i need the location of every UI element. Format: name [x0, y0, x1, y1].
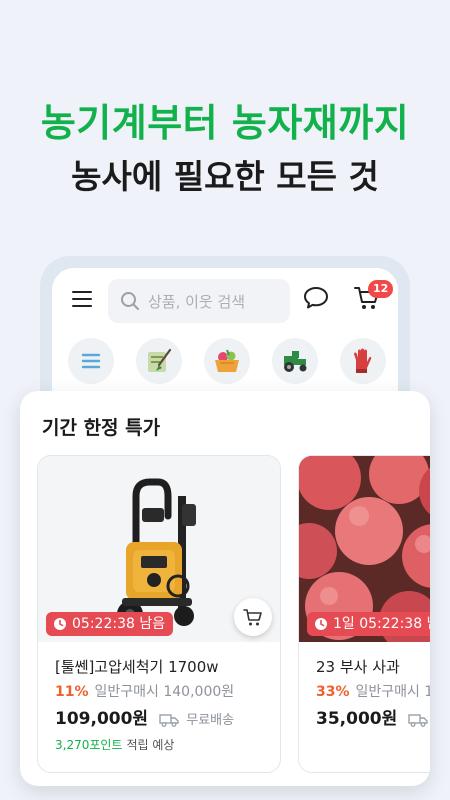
- points-line: 3,270포인트 적립 예상: [55, 736, 174, 753]
- hero-headline: 농기계부터 농자재까지: [40, 101, 410, 145]
- shipping-label: 무료배송: [186, 713, 235, 728]
- category-all[interactable]: [68, 338, 114, 384]
- final-price-line: 35,000원 무료: [316, 704, 430, 729]
- search-input[interactable]: 상품, 이웃 검색: [108, 279, 290, 323]
- add-to-cart-button[interactable]: [234, 598, 272, 636]
- cart-count-badge: 12: [368, 280, 394, 298]
- shovel-icon: [148, 348, 172, 372]
- deal-section-title: 기간 한정 특가: [42, 417, 161, 439]
- truck-icon: [408, 714, 429, 727]
- search-placeholder: 상품, 이웃 검색: [148, 293, 246, 311]
- category-machinery[interactable]: [272, 338, 318, 384]
- discount-rate: 11%: [55, 684, 89, 700]
- clock-icon: [315, 618, 327, 630]
- final-price: 109,000원: [55, 709, 149, 729]
- product-name: 23 부사 사과: [316, 658, 400, 676]
- product-card[interactable]: 05:22:38 남음 [툴쎈]고압세척기 1700w 11% 일반구매시 140…: [37, 455, 281, 773]
- category-supplies[interactable]: [340, 338, 386, 384]
- countdown-badge: 1일 05:22:38 남음: [307, 612, 430, 636]
- truck-icon: [159, 714, 179, 727]
- deal-card: 기간 한정 특가 05:22:38 남음 [툴쎈]고압세척기 1700w 11%…: [20, 391, 430, 786]
- cart-icon: [243, 609, 262, 626]
- tractor-icon: [284, 351, 307, 372]
- category-produce[interactable]: [204, 338, 250, 384]
- countdown-badge: 05:22:38 남음: [46, 612, 174, 636]
- original-price: 일반구매시 140,000원: [94, 684, 235, 700]
- discount-line: 33% 일반구매시 1: [316, 681, 430, 701]
- discount-rate: 33%: [316, 684, 350, 700]
- final-price: 35,000원: [316, 709, 398, 729]
- original-price: 일반구매시 1: [355, 684, 430, 700]
- gloves-icon: [354, 348, 372, 373]
- product-name: [툴쎈]고압세척기 1700w: [55, 658, 219, 676]
- vegetable-basket-icon: [215, 349, 239, 372]
- chat-icon[interactable]: [303, 286, 329, 310]
- discount-line: 11% 일반구매시 140,000원: [55, 681, 234, 701]
- category-tools[interactable]: [136, 338, 182, 384]
- search-icon: [121, 292, 139, 310]
- menu-button[interactable]: [72, 291, 92, 307]
- hero-subline: 농사에 필요한 모든 것: [71, 157, 379, 196]
- final-price-line: 109,000원 무료배송: [55, 704, 235, 729]
- product-card[interactable]: 1일 05:22:38 남음 23 부사 사과 33% 일반구매시 1 35,00…: [298, 455, 430, 773]
- points-value: 3,270포인트: [55, 738, 123, 752]
- menu-icon: [81, 353, 101, 369]
- points-suffix: 적립 예상: [126, 738, 175, 752]
- clock-icon: [54, 618, 66, 630]
